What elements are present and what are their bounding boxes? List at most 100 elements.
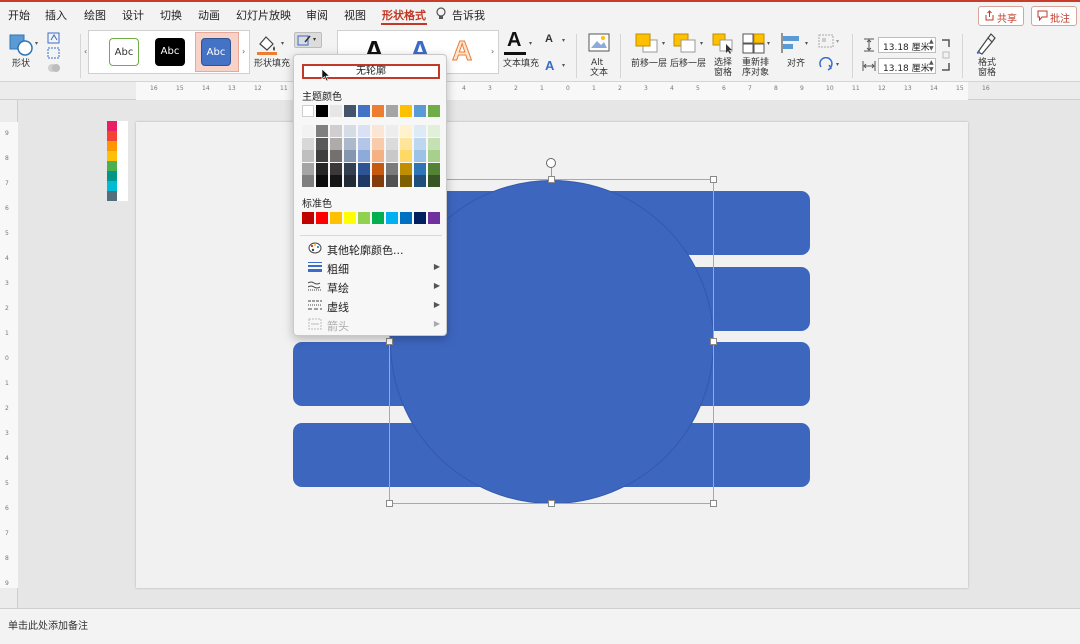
send-backward-chevron-icon[interactable]: ▾ [700, 40, 703, 47]
alt-text-icon[interactable] [588, 33, 610, 53]
resize-handle-w[interactable] [386, 338, 393, 345]
tab-transitions[interactable]: 切换 [160, 7, 182, 23]
theme-shade-swatch[interactable] [428, 162, 440, 175]
gallery-prev-icon[interactable]: ‹ [84, 47, 87, 56]
theme-shade-swatch[interactable] [372, 150, 384, 162]
theme-shade-swatch[interactable] [414, 175, 426, 187]
text-fill-chevron-icon[interactable]: ▾ [529, 40, 532, 47]
rotate-handle[interactable] [546, 158, 556, 168]
tab-slideshow[interactable]: 幻灯片放映 [236, 7, 291, 23]
gallery-next-icon[interactable]: › [242, 47, 245, 56]
align-chevron-icon[interactable]: ▾ [805, 40, 808, 47]
theme-shade-swatch[interactable] [330, 175, 342, 187]
group-icon[interactable] [818, 34, 834, 48]
theme-shade-swatch[interactable] [358, 162, 370, 175]
more-outline-colors-item[interactable]: 其他轮廓颜色... [308, 240, 440, 258]
tab-tell-me[interactable]: 告诉我 [452, 7, 485, 23]
theme-shade-swatch[interactable] [302, 150, 314, 162]
theme-color-swatch[interactable] [428, 105, 440, 117]
theme-shade-swatch[interactable] [428, 150, 440, 162]
lock-aspect-icon[interactable] [940, 38, 952, 72]
align-icon[interactable] [779, 32, 803, 54]
standard-color-swatch[interactable] [344, 212, 356, 224]
standard-color-swatch[interactable] [358, 212, 370, 224]
theme-color-swatch[interactable] [372, 105, 384, 117]
text-fill-icon[interactable]: A [507, 29, 521, 52]
text-effects-chevron-icon[interactable]: ▾ [562, 62, 565, 69]
theme-shade-swatch[interactable] [428, 175, 440, 187]
resize-handle-s[interactable] [548, 500, 555, 507]
theme-color-swatch[interactable] [316, 105, 328, 117]
theme-shade-swatch[interactable] [414, 162, 426, 175]
standard-color-swatch[interactable] [400, 212, 412, 224]
wordart-next-icon[interactable]: › [491, 47, 494, 56]
tab-home[interactable]: 开始 [8, 7, 30, 23]
theme-shade-swatch[interactable] [372, 175, 384, 187]
text-effects-icon[interactable]: A [545, 58, 554, 73]
edit-shape-icon[interactable] [47, 32, 61, 44]
theme-shade-swatch[interactable] [316, 175, 328, 187]
weight-item[interactable]: 粗细 ▶ [308, 259, 440, 277]
tab-view[interactable]: 视图 [344, 7, 366, 23]
theme-shade-swatch[interactable] [344, 150, 356, 162]
theme-color-swatch[interactable] [400, 105, 412, 117]
resize-handle-sw[interactable] [386, 500, 393, 507]
theme-shade-swatch[interactable] [386, 175, 398, 187]
theme-shade-swatch[interactable] [316, 125, 328, 137]
resize-handle-e[interactable] [710, 338, 717, 345]
group-chevron-icon[interactable]: ▾ [836, 38, 839, 45]
standard-color-swatch[interactable] [302, 212, 314, 224]
format-pane-icon[interactable] [974, 32, 998, 56]
style-fill-blue[interactable]: Abc [201, 38, 231, 66]
theme-shade-swatch[interactable] [400, 150, 412, 162]
theme-shade-swatch[interactable] [400, 175, 412, 187]
theme-shade-swatch[interactable] [428, 137, 440, 150]
wordart-style-orange[interactable]: A [451, 35, 472, 67]
theme-shade-swatch[interactable] [358, 137, 370, 150]
sketched-item[interactable]: 草绘 ▶ [308, 278, 440, 296]
resize-handle-se[interactable] [710, 500, 717, 507]
theme-shade-swatch[interactable] [330, 162, 342, 175]
theme-shade-swatch[interactable] [316, 150, 328, 162]
theme-shade-swatch[interactable] [302, 175, 314, 187]
style-outline-green[interactable]: Abc [109, 38, 139, 66]
theme-shade-swatch[interactable] [372, 137, 384, 150]
resize-handle-ne[interactable] [710, 176, 717, 183]
share-button[interactable]: 共享 [978, 6, 1024, 26]
theme-shade-swatch[interactable] [386, 125, 398, 137]
bring-forward-chevron-icon[interactable]: ▾ [662, 40, 665, 47]
theme-shade-swatch[interactable] [414, 150, 426, 162]
resize-handle-n[interactable] [548, 176, 555, 183]
text-box-icon[interactable] [47, 47, 61, 59]
slide-canvas[interactable] [136, 122, 968, 588]
standard-color-swatch[interactable] [372, 212, 384, 224]
theme-shade-swatch[interactable] [386, 150, 398, 162]
theme-shade-swatch[interactable] [372, 125, 384, 137]
theme-shade-swatch[interactable] [344, 137, 356, 150]
send-backward-icon[interactable] [672, 32, 698, 54]
rotate-chevron-icon[interactable]: ▾ [836, 61, 839, 68]
theme-shade-swatch[interactable] [372, 162, 384, 175]
shapes-icon[interactable] [8, 33, 34, 57]
style-fill-black[interactable]: Abc [155, 38, 185, 66]
shape-outline-button[interactable]: ▾ [294, 32, 322, 48]
standard-color-swatch[interactable] [330, 212, 342, 224]
theme-shade-swatch[interactable] [344, 162, 356, 175]
standard-color-swatch[interactable] [316, 212, 328, 224]
dashes-item[interactable]: 虚线 ▶ [308, 297, 440, 315]
bring-forward-icon[interactable] [634, 32, 660, 54]
tab-design[interactable]: 设计 [122, 7, 144, 23]
theme-shade-swatch[interactable] [330, 150, 342, 162]
theme-color-swatch[interactable] [358, 105, 370, 117]
theme-shade-swatch[interactable] [400, 162, 412, 175]
theme-shade-swatch[interactable] [302, 162, 314, 175]
theme-shade-swatch[interactable] [330, 137, 342, 150]
tab-shape-format[interactable]: 形状格式 [382, 7, 426, 23]
theme-shade-swatch[interactable] [386, 137, 398, 150]
rotate-icon[interactable] [818, 57, 834, 71]
theme-color-swatch[interactable] [302, 105, 314, 117]
theme-shade-swatch[interactable] [400, 125, 412, 137]
shapes-chevron-icon[interactable]: ▾ [35, 40, 38, 47]
theme-shade-swatch[interactable] [358, 150, 370, 162]
reorder-chevron-icon[interactable]: ▾ [767, 40, 770, 47]
